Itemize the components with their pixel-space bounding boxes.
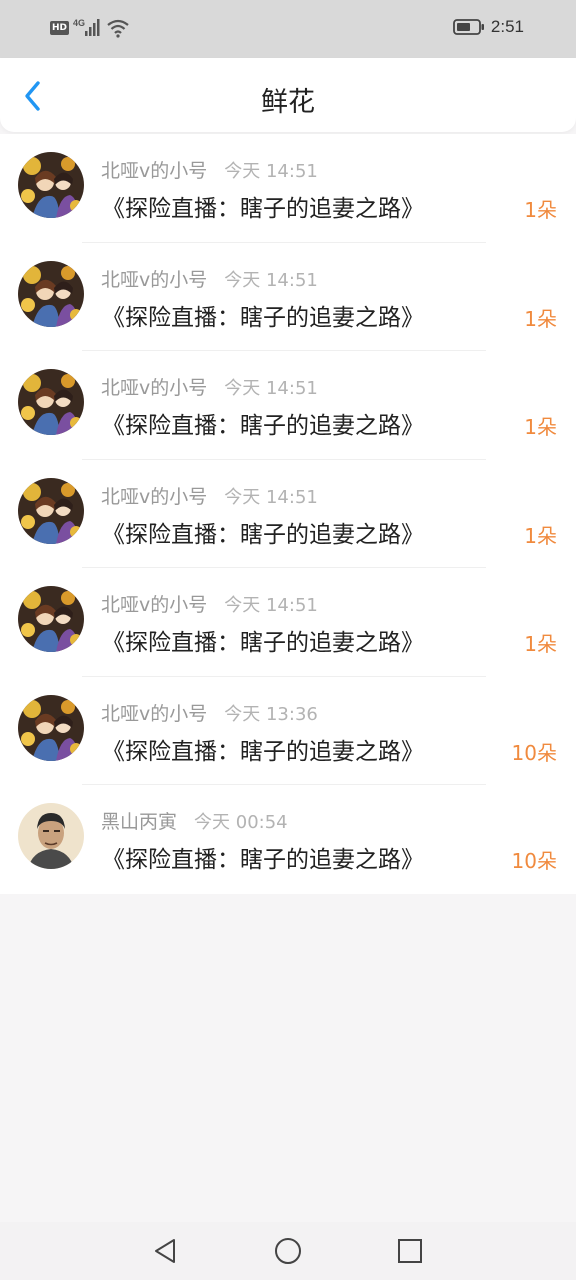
timestamp: 今天 14:51 <box>224 269 318 291</box>
anime-avatar-icon <box>18 477 84 544</box>
list-item[interactable]: 北哑v的小号 今天 13:36 《探险直播：瞎子的追妻之路》 10朵 <box>0 677 576 785</box>
avatar[interactable] <box>18 694 84 761</box>
status-right: 2:51 <box>453 17 524 37</box>
list-item[interactable]: 北哑v的小号 今天 14:51 《探险直播：瞎子的追妻之路》 1朵 <box>0 243 576 351</box>
timestamp: 今天 14:51 <box>224 378 318 399</box>
app-header: 鲜花 <box>0 58 576 132</box>
list-item[interactable]: 北哑v的小号 今天 14:51 《探险直播：瞎子的追妻之路》 1朵 <box>0 134 576 243</box>
recents-square-icon <box>398 1239 422 1263</box>
nav-home-button[interactable] <box>273 1236 303 1266</box>
meta: 北哑v的小号 今天 14:51 <box>101 590 318 617</box>
flower-count: 1朵 <box>524 198 557 222</box>
avatar[interactable] <box>18 260 84 327</box>
meta: 黑山丙寅 今天 00:54 <box>101 807 288 834</box>
clock: 2:51 <box>490 17 524 36</box>
avatar[interactable] <box>18 803 84 869</box>
anime-avatar-icon <box>18 152 84 218</box>
meta: 北哑v的小号 今天 14:51 <box>101 265 318 292</box>
nav-recents-button[interactable] <box>395 1236 425 1266</box>
flower-count: 1朵 <box>524 632 557 656</box>
anime-avatar-icon <box>18 586 84 652</box>
signal-icon: 4G <box>73 18 100 36</box>
list-item[interactable]: 黑山丙寅 今天 00:54 《探险直播：瞎子的追妻之路》 10朵 <box>0 785 576 894</box>
timestamp: 今天 14:51 <box>224 161 318 182</box>
status-bar: HD 4G 2:51 <box>0 0 576 58</box>
page-title: 鲜花 <box>261 87 315 118</box>
user-name[interactable]: 北哑v的小号 <box>101 699 207 726</box>
portrait-avatar-icon <box>18 803 84 869</box>
flower-count: 1朵 <box>524 415 557 439</box>
user-name[interactable]: 北哑v的小号 <box>101 265 207 292</box>
list-item[interactable]: 北哑v的小号 今天 14:51 《探险直播：瞎子的追妻之路》 1朵 <box>0 460 576 568</box>
anime-avatar-icon <box>18 694 84 761</box>
flower-count: 1朵 <box>524 523 557 548</box>
flower-count: 10朵 <box>511 740 557 765</box>
home-circle-icon <box>275 1238 301 1264</box>
novel-title[interactable]: 《探险直播：瞎子的追妻之路》 <box>102 840 424 874</box>
nav-back-button[interactable] <box>150 1236 180 1266</box>
avatar[interactable] <box>18 586 84 652</box>
hd-icon: HD <box>50 21 70 35</box>
network-4g-label: 4G <box>73 18 85 28</box>
timestamp: 今天 14:51 <box>224 486 318 508</box>
novel-title[interactable]: 《探险直播：瞎子的追妻之路》 <box>102 515 424 549</box>
timestamp: 今天 13:36 <box>224 703 318 725</box>
wifi-icon <box>107 19 129 38</box>
avatar[interactable] <box>18 152 84 218</box>
list-item[interactable]: 北哑v的小号 今天 14:51 《探险直播：瞎子的追妻之路》 1朵 <box>0 351 576 460</box>
novel-title[interactable]: 《探险直播：瞎子的追妻之路》 <box>102 732 424 766</box>
meta: 北哑v的小号 今天 13:36 <box>101 699 318 726</box>
battery-icon <box>453 19 484 35</box>
novel-title[interactable]: 《探险直播：瞎子的追妻之路》 <box>102 623 424 657</box>
flower-gift-list: 北哑v的小号 今天 14:51 《探险直播：瞎子的追妻之路》 1朵 北哑v的小号… <box>0 134 576 894</box>
user-name[interactable]: 北哑v的小号 <box>101 482 207 509</box>
timestamp: 今天 14:51 <box>224 595 318 616</box>
novel-title[interactable]: 《探险直播：瞎子的追妻之路》 <box>102 298 424 332</box>
novel-title[interactable]: 《探险直播：瞎子的追妻之路》 <box>102 189 424 223</box>
flower-count: 10朵 <box>511 849 557 873</box>
meta: 北哑v的小号 今天 14:51 <box>101 482 318 509</box>
user-name[interactable]: 北哑v的小号 <box>101 156 207 183</box>
timestamp: 今天 00:54 <box>194 812 288 833</box>
novel-title[interactable]: 《探险直播：瞎子的追妻之路》 <box>102 406 424 440</box>
user-name[interactable]: 黑山丙寅 <box>101 807 177 834</box>
meta: 北哑v的小号 今天 14:51 <box>101 373 318 400</box>
anime-avatar-icon <box>18 260 84 327</box>
meta: 北哑v的小号 今天 14:51 <box>101 156 318 183</box>
network-indicators: HD 4G <box>50 17 129 39</box>
avatar[interactable] <box>18 477 84 544</box>
user-name[interactable]: 北哑v的小号 <box>101 590 207 617</box>
anime-avatar-icon <box>18 369 84 435</box>
list-item[interactable]: 北哑v的小号 今天 14:51 《探险直播：瞎子的追妻之路》 1朵 <box>0 568 576 677</box>
system-nav-bar <box>0 1222 576 1280</box>
back-triangle-icon <box>155 1239 175 1263</box>
avatar[interactable] <box>18 369 84 435</box>
user-name[interactable]: 北哑v的小号 <box>101 373 207 400</box>
flower-count: 1朵 <box>524 306 557 331</box>
